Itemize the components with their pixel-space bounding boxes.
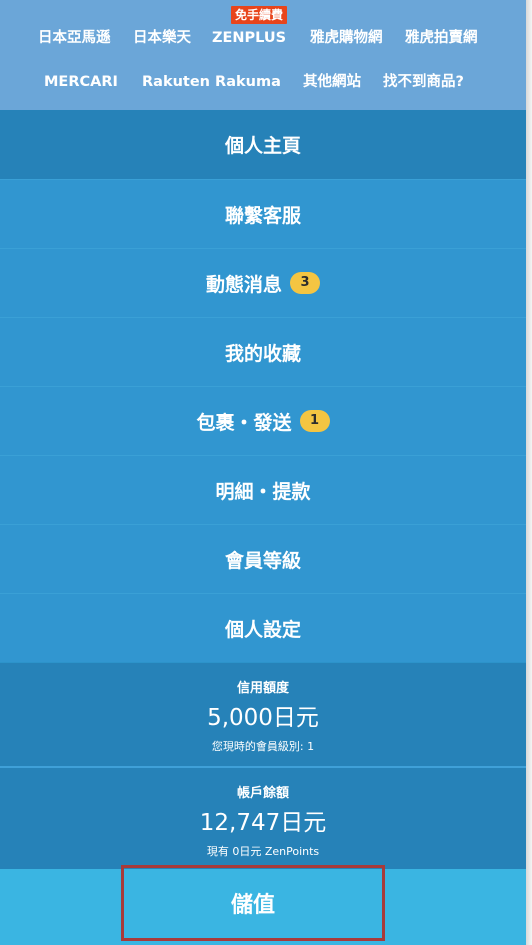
menu-item-label: 明細・提款 <box>215 480 311 503</box>
promo-badge: 免手續費 <box>231 6 288 24</box>
link-cannot-find[interactable]: 找不到商品? <box>383 72 464 92</box>
deposit-label: 儲值 <box>230 893 275 918</box>
menu-item-label: 包裹・發送 <box>196 411 292 434</box>
link-rakuma[interactable]: Rakuten Rakuma <box>142 72 281 92</box>
link-amazon-jp[interactable]: 日本亞馬遜 <box>38 28 111 48</box>
menu-item-packages[interactable]: 包裹・發送 1 <box>0 386 526 455</box>
link-yahoo-auction[interactable]: 雅虎拍賣網 <box>405 28 478 48</box>
link-other-sites[interactable]: 其他網站 <box>303 72 361 92</box>
menu-item-label: 我的收藏 <box>224 342 301 365</box>
menu-item-contact-support[interactable]: 聯繫客服 <box>0 179 526 248</box>
shop-links-bar: 免手續費 日本亞馬遜 日本樂天 ZENPLUS 雅虎購物網 雅虎拍賣網 MERC… <box>0 0 526 110</box>
menu-item-label: 會員等級 <box>224 549 301 572</box>
link-yahoo-shopping[interactable]: 雅虎購物網 <box>310 28 383 48</box>
balance-panel: 帳戶餘額 12,747日元 現有 0日元 ZenPoints <box>0 768 526 869</box>
menu-item-favorites[interactable]: 我的收藏 <box>0 317 526 386</box>
menu-item-label: 個人設定 <box>224 618 301 641</box>
link-rakuten[interactable]: 日本樂天 <box>133 28 191 48</box>
zenpoints-text: 現有 0日元 ZenPoints <box>206 845 320 858</box>
menu-item-statement-withdraw[interactable]: 明細・提款 <box>0 455 526 524</box>
menu-item-news[interactable]: 動態消息 3 <box>0 248 526 317</box>
menu-item-label: 動態消息 <box>205 273 282 296</box>
menu-item-label: 個人主頁 <box>224 135 301 157</box>
notification-badge: 1 <box>299 410 330 432</box>
credit-panel: 信用額度 5,000日元 您現時的會員級別: 1 <box>0 663 526 766</box>
balance-label: 帳戶餘額 <box>236 786 289 801</box>
member-level-text: 您現時的會員級別: 1 <box>211 740 315 753</box>
menu-item-home[interactable]: 個人主頁 <box>0 110 526 179</box>
balance-amount: 12,747日元 <box>199 810 327 836</box>
link-mercari[interactable]: MERCARI <box>44 72 118 92</box>
credit-label: 信用額度 <box>236 681 289 696</box>
menu-item-settings[interactable]: 個人設定 <box>0 593 526 662</box>
link-zenplus[interactable]: ZENPLUS <box>212 28 286 48</box>
credit-amount: 5,000日元 <box>207 705 319 731</box>
page-edge <box>526 0 532 945</box>
deposit-button[interactable]: 儲值 <box>121 865 385 941</box>
notification-badge: 3 <box>290 272 320 294</box>
menu-item-label: 聯繫客服 <box>224 204 301 227</box>
account-menu-screen: 免手續費 日本亞馬遜 日本樂天 ZENPLUS 雅虎購物網 雅虎拍賣網 MERC… <box>0 0 526 945</box>
menu-item-membership-level[interactable]: 會員等級 <box>0 524 526 593</box>
